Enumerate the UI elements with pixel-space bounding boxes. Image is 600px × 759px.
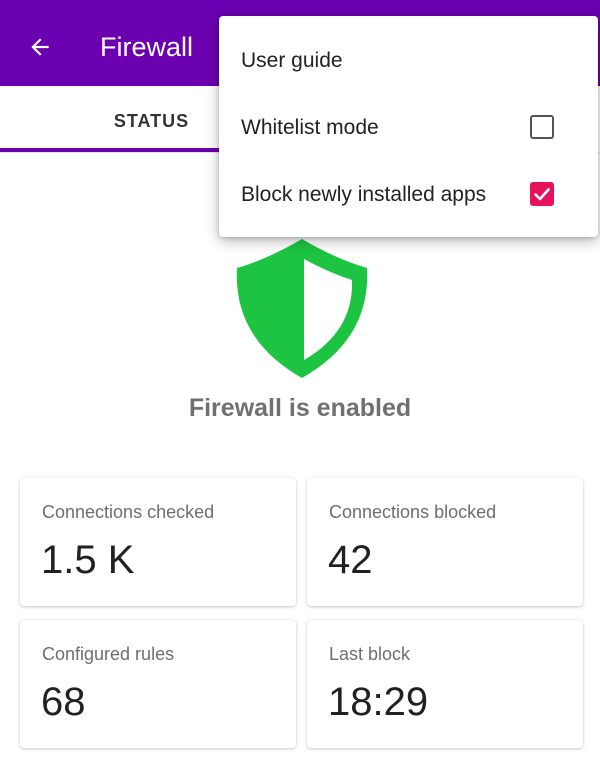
- menu-item-block-new-apps[interactable]: Block newly installed apps: [219, 162, 598, 228]
- stat-value: 68: [41, 680, 86, 724]
- stat-card-connections-blocked: Connections blocked 42: [307, 478, 583, 606]
- arrow-left-icon: [31, 38, 49, 56]
- stat-value: 42: [328, 538, 373, 582]
- stat-card-connections-checked: Connections checked 1.5 K: [20, 478, 296, 606]
- back-button[interactable]: [18, 25, 62, 69]
- stat-value: 1.5 K: [41, 538, 135, 582]
- stat-card-last-block: Last block 18:29: [307, 620, 583, 748]
- stat-label: Configured rules: [42, 644, 175, 664]
- overflow-menu: User guide Whitelist mode Block newly in…: [219, 16, 598, 237]
- app-title: Firewall: [100, 32, 194, 62]
- stat-value: 18:29: [328, 680, 429, 724]
- stat-label: Connections checked: [42, 502, 215, 522]
- stat-label: Last block: [329, 644, 411, 664]
- whitelist-mode-checkbox[interactable]: [530, 115, 554, 139]
- menu-item-user-guide[interactable]: User guide: [219, 28, 598, 94]
- menu-item-label: User guide: [241, 49, 343, 72]
- stat-card-configured-rules: Configured rules 68: [20, 620, 296, 748]
- block-new-apps-checkbox[interactable]: [530, 182, 554, 206]
- checkmark-icon: [534, 188, 550, 201]
- menu-item-whitelist-mode[interactable]: Whitelist mode: [219, 95, 598, 161]
- menu-item-label: Whitelist mode: [241, 116, 379, 139]
- menu-item-label: Block newly installed apps: [241, 183, 487, 206]
- stat-label: Connections blocked: [329, 502, 497, 522]
- shield-icon: [236, 239, 368, 378]
- firewall-status-text: Firewall is enabled: [188, 394, 412, 422]
